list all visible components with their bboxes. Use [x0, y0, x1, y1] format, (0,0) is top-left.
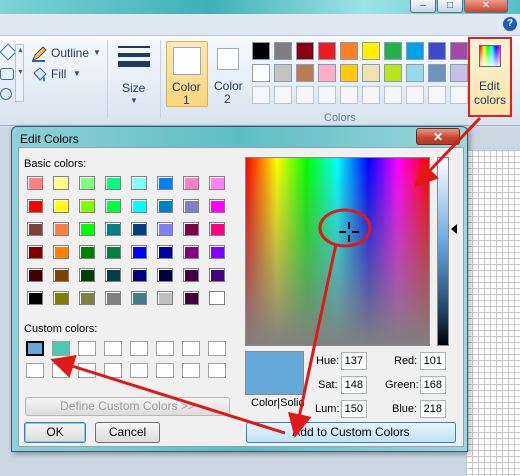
arrow-add-to-custom [50, 354, 286, 435]
arrow-edit-to-spectrum [413, 116, 482, 188]
arrow-spectrum-to-add [288, 243, 338, 438]
highlight-circle [318, 208, 372, 248]
annotation-overlay [50, 116, 482, 438]
